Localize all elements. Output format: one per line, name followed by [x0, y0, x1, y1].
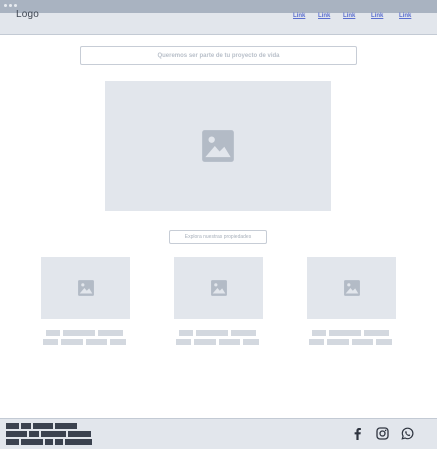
facebook-icon[interactable] — [352, 427, 363, 440]
footer-text-placeholder — [21, 423, 31, 429]
text-placeholder — [63, 330, 95, 336]
hero-banner: Queremos ser parte de tu proyecto de vid… — [80, 46, 357, 65]
text-placeholder — [327, 339, 349, 345]
text-placeholder — [196, 330, 228, 336]
text-placeholder — [329, 330, 361, 336]
hero-image — [105, 81, 331, 211]
instagram-icon[interactable] — [376, 427, 389, 440]
property-card-image-1[interactable] — [41, 257, 130, 319]
footer-text-placeholder — [55, 439, 63, 445]
text-placeholder — [86, 339, 107, 345]
image-icon — [343, 280, 360, 296]
site-header: Logo Link Link Link Link Link — [0, 9, 437, 35]
text-placeholder — [179, 330, 193, 336]
footer-text-placeholder — [6, 431, 27, 437]
image-icon — [210, 280, 227, 296]
logo[interactable]: Logo — [16, 9, 39, 20]
image-icon — [202, 130, 234, 162]
hero-banner-text: Queremos ser parte de tu proyecto de vid… — [157, 52, 280, 59]
text-placeholder — [98, 330, 123, 336]
window-dot — [4, 4, 7, 7]
footer-text-placeholder — [45, 439, 53, 445]
text-placeholder — [43, 339, 58, 345]
text-placeholder — [243, 339, 259, 345]
footer-text-placeholder — [6, 439, 19, 445]
property-card-image-3[interactable] — [307, 257, 396, 319]
text-placeholder — [194, 339, 216, 345]
text-placeholder — [364, 330, 389, 336]
footer-text-placeholder — [21, 439, 43, 445]
footer-text-placeholder — [29, 431, 39, 437]
footer-text-placeholder — [6, 423, 19, 429]
site-footer — [0, 418, 437, 449]
whatsapp-icon[interactable] — [401, 427, 414, 440]
text-placeholder — [309, 339, 324, 345]
footer-text-placeholder — [41, 431, 66, 437]
footer-text-placeholder — [33, 423, 53, 429]
text-placeholder — [219, 339, 240, 345]
window-dot — [14, 4, 17, 7]
window-dot — [9, 4, 12, 7]
text-placeholder — [61, 339, 83, 345]
text-placeholder — [312, 330, 326, 336]
footer-text-placeholder — [55, 423, 77, 429]
nav-link-4[interactable]: Link — [371, 13, 383, 19]
text-placeholder — [231, 330, 256, 336]
text-placeholder — [176, 339, 191, 345]
property-card-image-2[interactable] — [174, 257, 263, 319]
nav-link-1[interactable]: Link — [293, 13, 305, 19]
text-placeholder — [376, 339, 392, 345]
footer-text-placeholder — [68, 431, 91, 437]
footer-text-placeholder — [65, 439, 92, 445]
text-placeholder — [352, 339, 373, 345]
explore-properties-button[interactable]: Explora nuestras propiedades — [169, 230, 267, 244]
text-placeholder — [110, 339, 126, 345]
explore-properties-label: Explora nuestras propiedades — [184, 234, 252, 240]
nav-link-3[interactable]: Link — [343, 13, 355, 19]
nav-link-5[interactable]: Link — [399, 13, 411, 19]
text-placeholder — [46, 330, 60, 336]
browser-chrome — [0, 0, 437, 13]
nav-link-2[interactable]: Link — [318, 13, 330, 19]
image-icon — [77, 280, 94, 296]
